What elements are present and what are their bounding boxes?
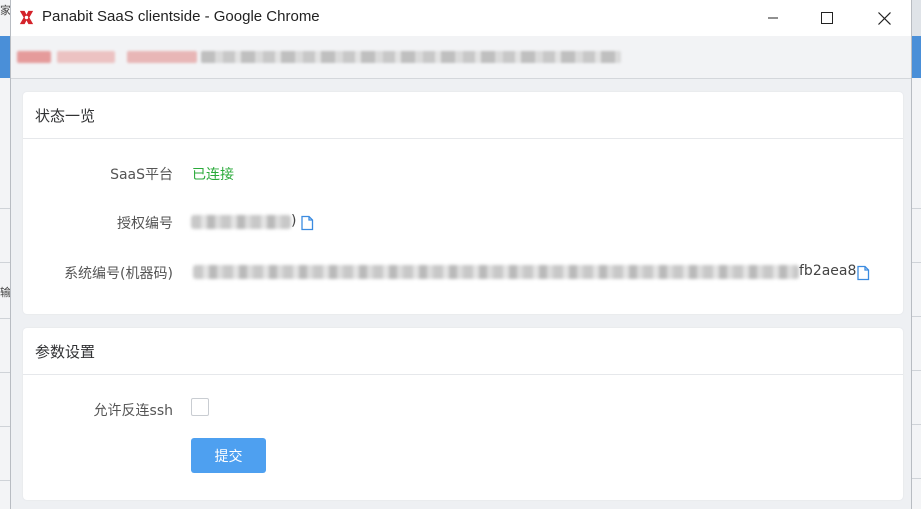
redacted-url bbox=[57, 51, 115, 63]
close-icon bbox=[877, 11, 891, 25]
status-card: 状态一览 SaaS平台 已连接 授权编号 ) 系统编号(机器码) fb2aea8 bbox=[23, 92, 903, 314]
divider bbox=[0, 372, 10, 373]
ssh-label: 允许反连ssh bbox=[93, 403, 173, 419]
saas-row: SaaS平台 已连接 bbox=[23, 162, 903, 186]
saas-status: 已连接 bbox=[192, 167, 234, 183]
background-header bbox=[912, 36, 921, 78]
redacted-url bbox=[127, 51, 197, 63]
divider bbox=[0, 318, 10, 319]
minimize-button[interactable] bbox=[750, 0, 796, 36]
divider bbox=[0, 426, 10, 427]
status-card-title: 状态一览 bbox=[23, 92, 903, 139]
redacted-url bbox=[17, 51, 51, 63]
panabit-logo-icon bbox=[17, 8, 36, 27]
license-row: 授权编号 ) bbox=[23, 211, 903, 235]
copy-icon[interactable] bbox=[300, 215, 314, 231]
window-title: Panabit SaaS clientside - Google Chrome bbox=[42, 8, 320, 25]
maximize-icon bbox=[821, 12, 833, 24]
copy-icon[interactable] bbox=[856, 265, 870, 281]
saas-label: SaaS平台 bbox=[110, 167, 173, 183]
ssh-checkbox[interactable] bbox=[191, 398, 209, 416]
divider bbox=[912, 262, 921, 263]
background-header bbox=[0, 36, 10, 78]
divider bbox=[912, 208, 921, 209]
license-suffix: ) bbox=[291, 213, 297, 229]
chrome-window: Panabit SaaS clientside - Google Chrome … bbox=[10, 0, 912, 509]
minimize-icon bbox=[768, 17, 778, 19]
divider bbox=[0, 208, 10, 209]
license-label: 授权编号 bbox=[117, 216, 173, 232]
params-card: 参数设置 允许反连ssh 提交 bbox=[23, 328, 903, 500]
submit-button[interactable]: 提交 bbox=[191, 438, 266, 473]
ssh-row: 允许反连ssh bbox=[23, 398, 903, 422]
redacted-url bbox=[201, 51, 621, 63]
system-id-suffix: fb2aea8 bbox=[799, 263, 857, 279]
system-id-row: 系统编号(机器码) fb2aea8 bbox=[23, 261, 903, 285]
divider bbox=[0, 480, 10, 481]
params-card-title: 参数设置 bbox=[23, 328, 903, 375]
title-bar[interactable]: Panabit SaaS clientside - Google Chrome bbox=[11, 0, 911, 36]
redacted-license-number bbox=[191, 215, 291, 229]
redacted-system-id bbox=[193, 265, 799, 279]
divider bbox=[0, 262, 10, 263]
divider bbox=[912, 424, 921, 425]
divider bbox=[912, 370, 921, 371]
background-window-left: 家 输 bbox=[0, 0, 11, 509]
system-id-label: 系统编号(机器码) bbox=[64, 266, 173, 282]
divider bbox=[912, 316, 921, 317]
address-bar[interactable] bbox=[11, 36, 911, 79]
background-window-right bbox=[912, 36, 921, 509]
divider bbox=[912, 478, 921, 479]
close-button[interactable] bbox=[861, 0, 907, 36]
maximize-button[interactable] bbox=[804, 0, 850, 36]
